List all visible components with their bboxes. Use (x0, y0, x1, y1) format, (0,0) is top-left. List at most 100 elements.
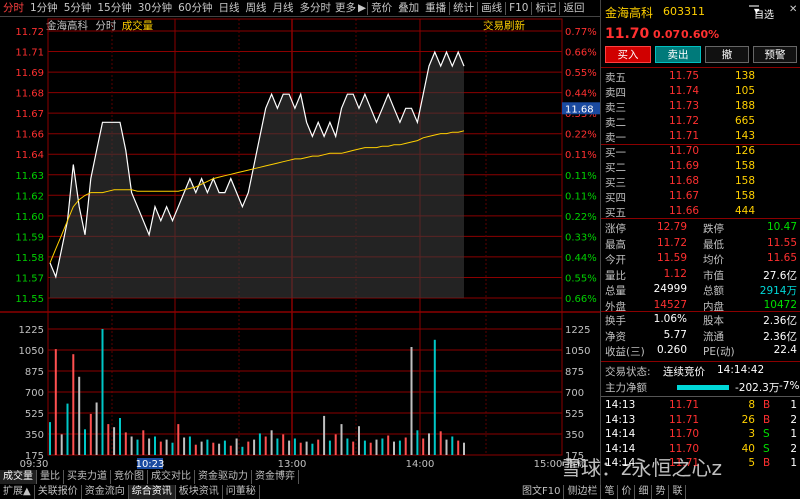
right-bottom-tabs: 图文F10 侧边栏 笔 价 细 势 联 (519, 485, 687, 499)
stat-value: 1.12 (663, 267, 687, 280)
close-icon[interactable]: ✕ (789, 4, 797, 15)
price-tick-label: 11.55 (15, 294, 44, 305)
stat-label: 最低 (703, 238, 724, 251)
vol-tick-label-right: 700 (565, 388, 584, 399)
cancel-order-button[interactable]: 撤 (705, 46, 749, 63)
tick-row: 14:14 11.70 3 S 1 (601, 428, 800, 443)
volume-bar (136, 439, 139, 455)
volume-bar (404, 437, 407, 455)
book-volume: 143 (734, 130, 755, 142)
book-price: 11.74 (669, 85, 700, 97)
info-tab-1[interactable]: 关联报价 (35, 485, 82, 499)
book-row[interactable]: 卖四 11.74 105 (601, 85, 800, 100)
book-row[interactable]: 卖二 11.72 665 (601, 115, 800, 130)
tick-time: 14:13 (605, 399, 636, 411)
pct-tick-label: 0.66% (565, 48, 597, 59)
volume-bar (264, 436, 267, 455)
tab-lian[interactable]: 联 (669, 485, 687, 499)
stat-row: 换手 1.06% 股本 2.36亿 (601, 313, 800, 328)
indicator-tab-6[interactable]: 资金博弈 (252, 470, 299, 484)
volume-bar (241, 446, 244, 455)
info-tab-2[interactable]: 资金流向 (82, 485, 129, 499)
stat-row: 今开 11.59 均价 11.65 (601, 252, 800, 267)
tick-count: 1 (790, 457, 797, 469)
book-row[interactable]: 卖五 11.75 138 (601, 70, 800, 85)
stat-label: 最高 (605, 238, 626, 251)
stat-row: 涨停 12.79 跌停 10.47 (601, 221, 800, 236)
indicator-tabs: 成交量 量比 买卖力道 竞价图 成交对比 资金驱动力 资金博弈 (0, 470, 600, 484)
volume-bar (188, 436, 191, 455)
volume-bar (282, 434, 285, 455)
price-alert-button[interactable]: 预警 (753, 46, 797, 63)
tab-shi[interactable]: 势 (652, 485, 670, 499)
tab-jia[interactable]: 价 (618, 485, 636, 499)
sell-button[interactable]: 卖出 (655, 46, 701, 63)
indicator-tab-4[interactable]: 成交对比 (148, 470, 195, 484)
indicator-tab-5[interactable]: 资金驱动力 (195, 470, 252, 484)
indicator-tab-3[interactable]: 竞价图 (111, 470, 148, 484)
volume-bar (410, 347, 413, 455)
stat-value: 1.06% (653, 313, 687, 325)
buy-button[interactable]: 买入 (605, 46, 651, 63)
book-row[interactable]: 买二 11.69 158 (601, 160, 800, 175)
book-volume: 665 (734, 115, 755, 127)
book-price: 11.66 (669, 205, 700, 217)
volume-bar (171, 442, 174, 455)
info-tab-4[interactable]: 板块资讯 (176, 485, 223, 499)
book-row[interactable]: 买四 11.67 158 (601, 190, 800, 205)
volume-bar (148, 438, 151, 455)
stat-value: 2.36亿 (763, 330, 797, 343)
tab-sidebar[interactable]: 侧边栏 (564, 485, 602, 499)
last-price: 11.70 (605, 26, 650, 42)
tick-side: B (763, 399, 771, 411)
book-row[interactable]: 卖一 11.71 143 (601, 130, 800, 145)
volume-bar (323, 415, 326, 455)
time-tick-label: 13:00 (278, 459, 307, 470)
info-tab-5[interactable]: 问董秘 (223, 485, 260, 499)
book-row[interactable]: 买三 11.68 158 (601, 175, 800, 190)
intraday-chart[interactable]: 11.72 0.77% 11.71 0.66% 11.69 0.55% 11.68 0.44%… (0, 0, 600, 470)
book-volume: 158 (734, 175, 755, 187)
info-tab-0[interactable]: 扩展▲ (0, 485, 35, 499)
tick-volume: 8 (748, 399, 755, 411)
book-label: 买三 (605, 177, 626, 189)
indicator-tab-2[interactable]: 买卖力道 (64, 470, 111, 484)
volume-bar (142, 430, 145, 455)
price-tick-label: 11.66 (15, 130, 44, 141)
tick-price: 11.70 (669, 428, 700, 440)
pct-tick-label: 0.22% (565, 130, 597, 141)
book-volume: 158 (734, 190, 755, 202)
tab-xi[interactable]: 细 (635, 485, 653, 499)
volume-bar (457, 440, 460, 455)
indicator-tab-1[interactable]: 量比 (37, 470, 64, 484)
book-label: 卖二 (605, 117, 626, 129)
tab-bi[interactable]: 笔 (601, 485, 619, 499)
volume-bar (177, 424, 180, 455)
stat-value: 12.79 (656, 221, 687, 233)
price-tick-label: 11.60 (15, 212, 44, 223)
volume-bar (119, 418, 121, 455)
vol-tick-label: 875 (25, 367, 44, 378)
book-row[interactable]: 买一 11.70 126 (601, 145, 800, 160)
tab-f10[interactable]: 图文F10 (519, 485, 565, 499)
watchlist-dropdown[interactable]: 自选 ▾ (749, 5, 774, 21)
volume-bar (95, 402, 98, 455)
volume-bar (433, 339, 436, 455)
volume-bar (223, 440, 226, 455)
current-price-tag-label: 11.68 (565, 104, 594, 115)
book-label: 卖一 (605, 132, 626, 144)
pct-tick-label: 0.33% (565, 232, 597, 243)
book-row[interactable]: 卖三 11.73 188 (601, 100, 800, 115)
stat-value: 11.59 (656, 252, 687, 264)
volume-bar (258, 433, 261, 455)
volume-bar (49, 422, 51, 455)
main-flow-label: 主力净额 (605, 382, 647, 394)
stat-row: 量比 1.12 市值 27.6亿 (601, 268, 800, 283)
stat-row: 净资 5.77 流通 2.36亿 (601, 329, 800, 344)
trade-status-label: 交易状态: (605, 366, 651, 378)
info-tab-3[interactable]: 综合资讯 (128, 485, 176, 499)
pct-tick-label: 0.11% (565, 150, 597, 161)
indicator-tab-0[interactable]: 成交量 (0, 470, 37, 484)
book-label: 买一 (605, 147, 626, 159)
volume-bar (194, 444, 197, 455)
